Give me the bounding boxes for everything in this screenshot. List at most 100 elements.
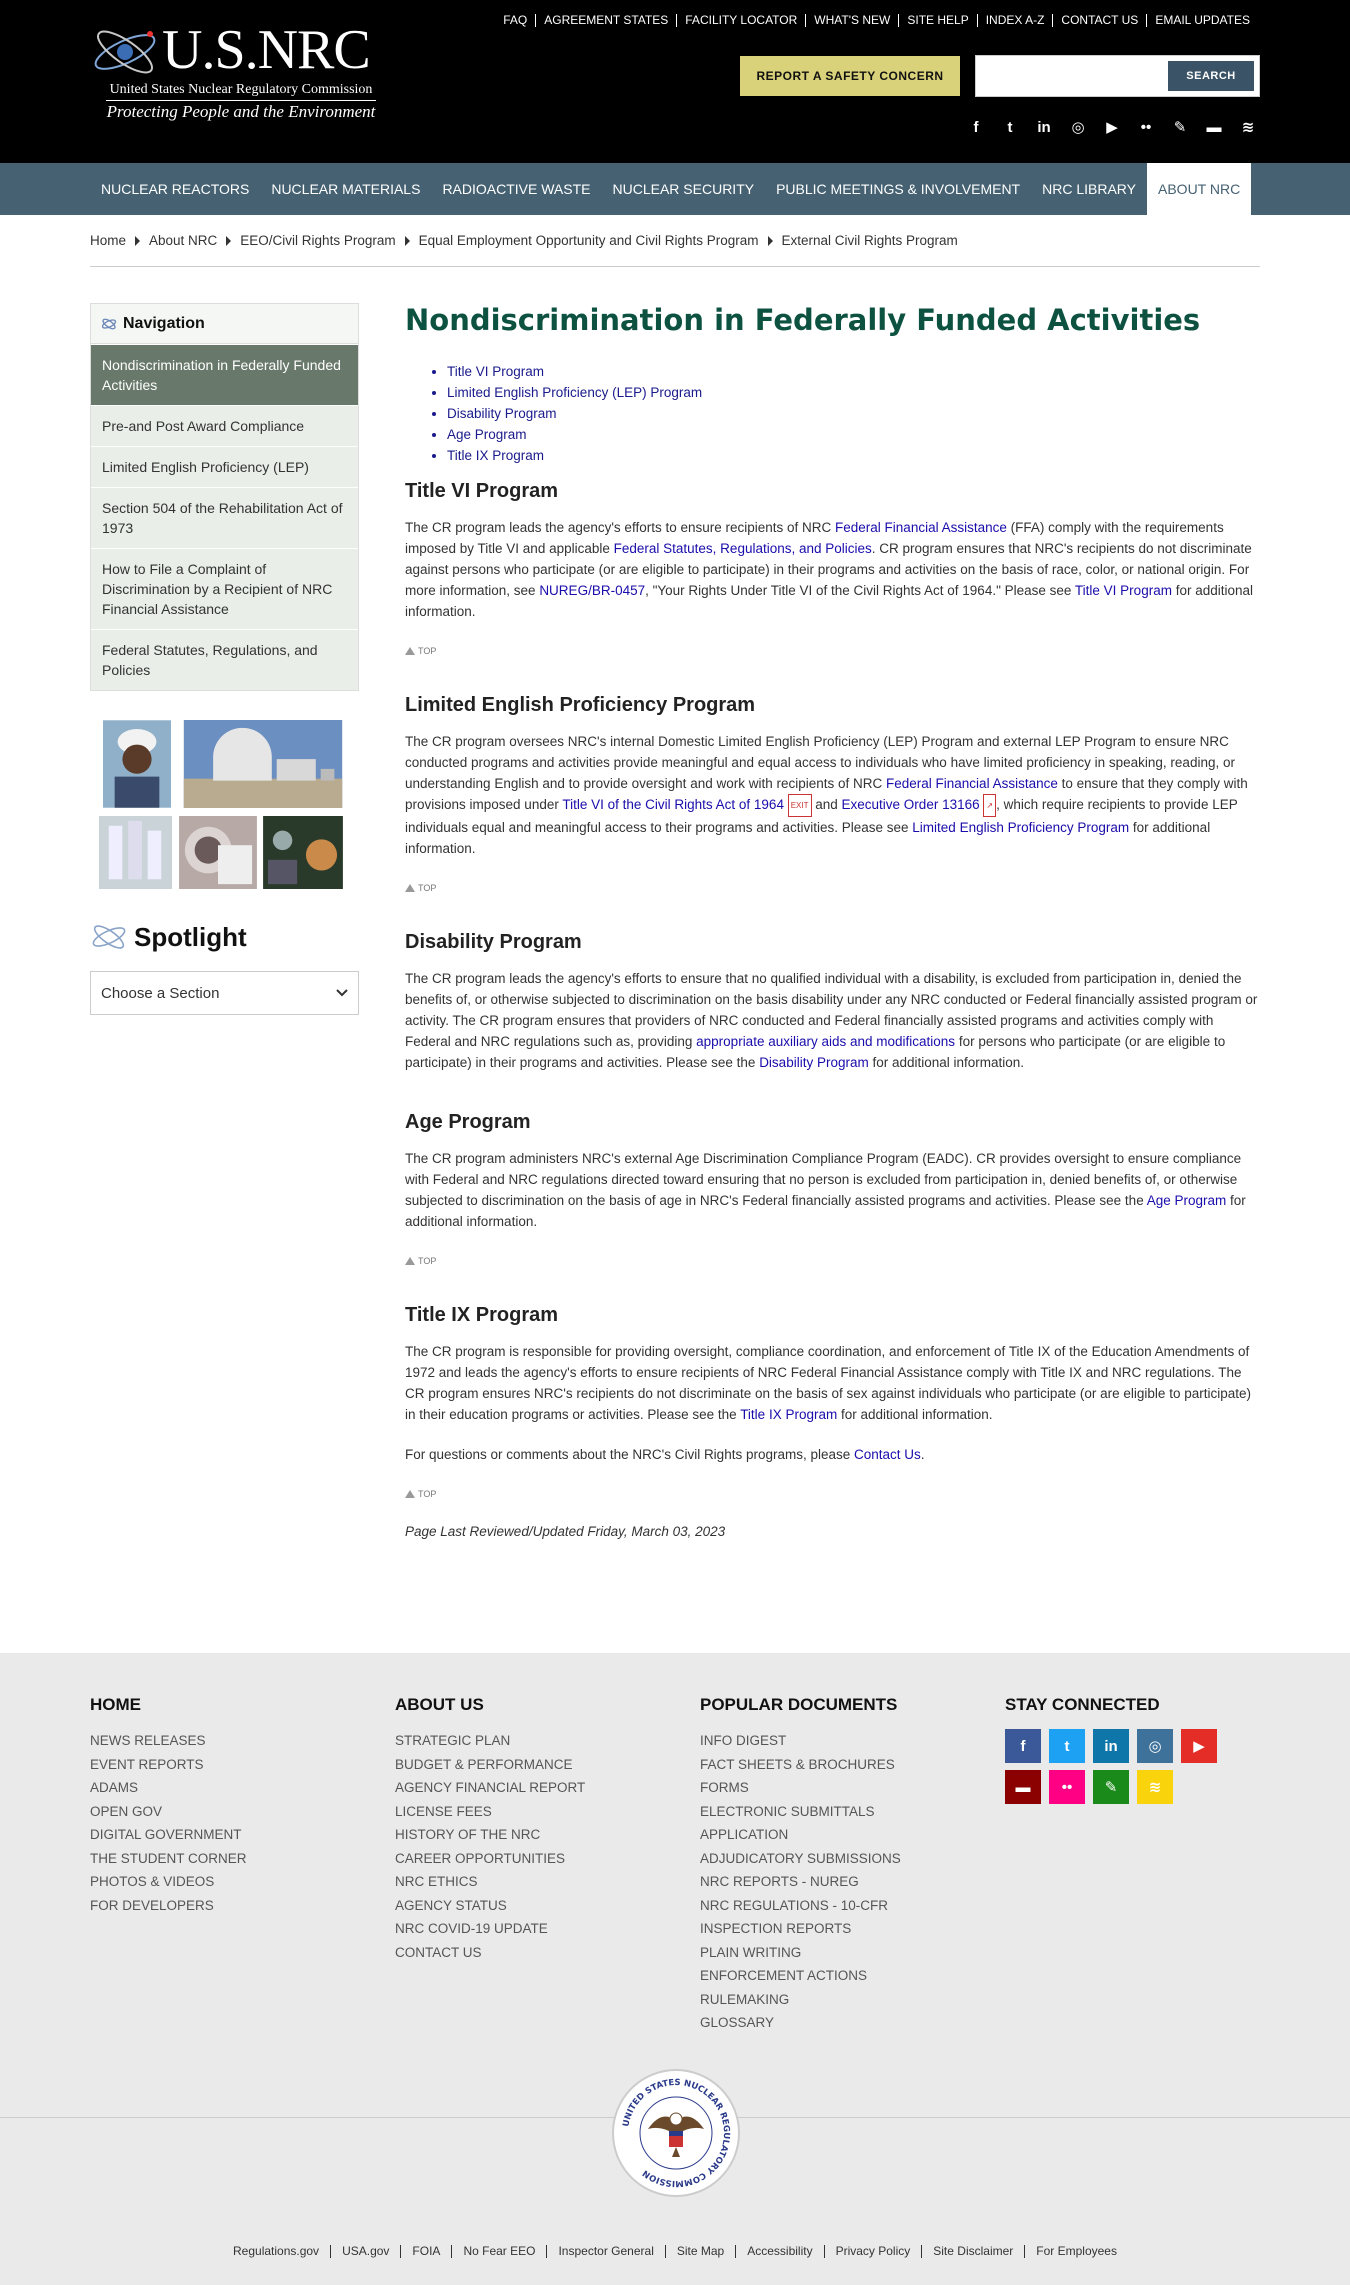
- legal-link-site-map[interactable]: Site Map: [664, 2245, 735, 2258]
- nav-about-nrc[interactable]: ABOUT NRC: [1147, 163, 1252, 215]
- footer-link[interactable]: STRATEGIC PLAN: [395, 1729, 585, 1753]
- facebook-icon[interactable]: f: [1005, 1729, 1041, 1763]
- utility-link-index[interactable]: INDEX A-Z: [976, 14, 1053, 27]
- legal-link-privacy[interactable]: Privacy Policy: [823, 2245, 922, 2258]
- footer-link[interactable]: FORMS: [700, 1776, 901, 1800]
- chat-icon[interactable]: ▬: [1204, 117, 1224, 137]
- age-program-link[interactable]: Age Program: [1147, 1193, 1227, 1208]
- federal-statutes-link[interactable]: Federal Statutes, Regulations, and Polic…: [614, 541, 872, 556]
- side-nav-file-complaint[interactable]: How to File a Complaint of Discriminatio…: [91, 548, 358, 629]
- footer-link[interactable]: APPLICATION: [700, 1823, 901, 1847]
- side-nav-federal-statutes[interactable]: Federal Statutes, Regulations, and Polic…: [91, 629, 358, 690]
- footer-link[interactable]: EVENT REPORTS: [90, 1753, 247, 1777]
- civil-rights-act-link[interactable]: Title VI of the Civil Rights Act of 1964: [562, 797, 784, 812]
- back-to-top-link[interactable]: TOP: [405, 646, 1260, 656]
- legal-link-disclaimer[interactable]: Site Disclaimer: [921, 2245, 1024, 2258]
- back-to-top-link[interactable]: TOP: [405, 1489, 1260, 1499]
- auxiliary-aids-link[interactable]: appropriate auxiliary aids and modificat…: [696, 1034, 955, 1049]
- footer-link[interactable]: DIGITAL GOVERNMENT: [90, 1823, 247, 1847]
- legal-link-usa[interactable]: USA.gov: [330, 2245, 400, 2258]
- rss-icon[interactable]: ≋: [1137, 1770, 1173, 1804]
- side-nav-nondiscrimination[interactable]: Nondiscrimination in Federally Funded Ac…: [91, 344, 358, 405]
- nrc-logo[interactable]: U.S.NRC United States Nuclear Regulatory…: [90, 20, 376, 125]
- instagram-icon[interactable]: ◎: [1068, 117, 1088, 137]
- breadcrumb-eeo[interactable]: EEO/Civil Rights Program: [240, 233, 395, 248]
- footer-home-heading[interactable]: HOME: [90, 1695, 247, 1715]
- flickr-icon[interactable]: ••: [1049, 1770, 1085, 1804]
- toc-link-lep[interactable]: Limited English Proficiency (LEP) Progra…: [447, 382, 1260, 403]
- disability-program-link[interactable]: Disability Program: [759, 1055, 869, 1070]
- nav-nuclear-security[interactable]: NUCLEAR SECURITY: [602, 163, 766, 215]
- footer-link[interactable]: PLAIN WRITING: [700, 1941, 901, 1965]
- utility-link-faq[interactable]: FAQ: [495, 14, 535, 27]
- footer-link[interactable]: THE STUDENT CORNER: [90, 1847, 247, 1871]
- footer-link[interactable]: FACT SHEETS & BROCHURES: [700, 1753, 901, 1777]
- footer-link[interactable]: NRC REGULATIONS - 10-CFR: [700, 1894, 901, 1918]
- footer-link[interactable]: PHOTOS & VIDEOS: [90, 1870, 247, 1894]
- youtube-icon[interactable]: ▶: [1181, 1729, 1217, 1763]
- blog-icon[interactable]: ✎: [1170, 117, 1190, 137]
- footer-link[interactable]: NRC COVID-19 UPDATE: [395, 1917, 585, 1941]
- lep-program-link[interactable]: Limited English Proficiency Program: [912, 820, 1129, 835]
- nav-nuclear-reactors[interactable]: NUCLEAR REACTORS: [90, 163, 260, 215]
- breadcrumb-home[interactable]: Home: [90, 233, 126, 248]
- footer-link[interactable]: BUDGET & PERFORMANCE: [395, 1753, 585, 1777]
- youtube-icon[interactable]: ▶: [1102, 117, 1122, 137]
- title-vi-program-link[interactable]: Title VI Program: [1075, 583, 1172, 598]
- footer-link[interactable]: CAREER OPPORTUNITIES: [395, 1847, 585, 1871]
- legal-link-employees[interactable]: For Employees: [1024, 2245, 1128, 2258]
- facebook-icon[interactable]: f: [966, 117, 986, 137]
- instagram-icon[interactable]: ◎: [1137, 1729, 1173, 1763]
- back-to-top-link[interactable]: TOP: [405, 883, 1260, 893]
- twitter-icon[interactable]: t: [1049, 1729, 1085, 1763]
- legal-link-foia[interactable]: FOIA: [400, 2245, 451, 2258]
- footer-link[interactable]: AGENCY STATUS: [395, 1894, 585, 1918]
- footer-link[interactable]: AGENCY FINANCIAL REPORT: [395, 1776, 585, 1800]
- ffa-link[interactable]: Federal Financial Assistance: [886, 776, 1058, 791]
- footer-link[interactable]: OPEN GOV: [90, 1800, 247, 1824]
- footer-link[interactable]: NRC ETHICS: [395, 1870, 585, 1894]
- footer-link[interactable]: NEWS RELEASES: [90, 1729, 247, 1753]
- legal-link-accessibility[interactable]: Accessibility: [735, 2245, 823, 2258]
- chat-icon[interactable]: ▬: [1005, 1770, 1041, 1804]
- footer-link[interactable]: LICENSE FEES: [395, 1800, 585, 1824]
- linkedin-icon[interactable]: in: [1093, 1729, 1129, 1763]
- report-safety-concern-button[interactable]: REPORT A SAFETY CONCERN: [740, 56, 960, 96]
- utility-link-site-help[interactable]: SITE HELP: [898, 14, 976, 27]
- legal-link-no-fear[interactable]: No Fear EEO: [451, 2245, 546, 2258]
- toc-link-age[interactable]: Age Program: [447, 424, 1260, 445]
- nav-public-meetings[interactable]: PUBLIC MEETINGS & INVOLVEMENT: [765, 163, 1031, 215]
- linkedin-icon[interactable]: in: [1034, 117, 1054, 137]
- utility-link-email-updates[interactable]: EMAIL UPDATES: [1146, 14, 1258, 27]
- footer-link[interactable]: HISTORY OF THE NRC: [395, 1823, 585, 1847]
- footer-link[interactable]: ENFORCEMENT ACTIONS: [700, 1964, 901, 1988]
- footer-link[interactable]: GLOSSARY: [700, 2011, 901, 2035]
- footer-link[interactable]: ELECTRONIC SUBMITTALS: [700, 1800, 901, 1824]
- nav-nrc-library[interactable]: NRC LIBRARY: [1031, 163, 1147, 215]
- side-nav-lep[interactable]: Limited English Proficiency (LEP): [91, 446, 358, 487]
- footer-link[interactable]: RULEMAKING: [700, 1988, 901, 2012]
- utility-link-facility-locator[interactable]: FACILITY LOCATOR: [676, 14, 805, 27]
- nav-nuclear-materials[interactable]: NUCLEAR MATERIALS: [260, 163, 431, 215]
- footer-link[interactable]: ADAMS: [90, 1776, 247, 1800]
- rss-icon[interactable]: ≋: [1238, 117, 1258, 137]
- twitter-icon[interactable]: t: [1000, 117, 1020, 137]
- footer-about-heading[interactable]: ABOUT US: [395, 1695, 585, 1715]
- footer-link[interactable]: INSPECTION REPORTS: [700, 1917, 901, 1941]
- search-button[interactable]: SEARCH: [1168, 61, 1254, 91]
- utility-link-agreement-states[interactable]: AGREEMENT STATES: [535, 14, 676, 27]
- back-to-top-link[interactable]: TOP: [405, 1256, 1260, 1266]
- ffa-link[interactable]: Federal Financial Assistance: [835, 520, 1007, 535]
- breadcrumb-about-nrc[interactable]: About NRC: [149, 233, 217, 248]
- footer-link[interactable]: INFO DIGEST: [700, 1729, 901, 1753]
- toc-link-title-vi[interactable]: Title VI Program: [447, 361, 1260, 382]
- footer-link[interactable]: FOR DEVELOPERS: [90, 1894, 247, 1918]
- footer-link[interactable]: NRC REPORTS - NUREG: [700, 1870, 901, 1894]
- utility-link-contact[interactable]: CONTACT US: [1052, 14, 1146, 27]
- title-ix-program-link[interactable]: Title IX Program: [740, 1407, 837, 1422]
- legal-link-inspector-general[interactable]: Inspector General: [546, 2245, 664, 2258]
- flickr-icon[interactable]: ••: [1136, 117, 1156, 137]
- spotlight-section-select[interactable]: Choose a Section: [90, 971, 359, 1015]
- side-nav-pre-post-award[interactable]: Pre-and Post Award Compliance: [91, 405, 358, 446]
- legal-link-regulations[interactable]: Regulations.gov: [222, 2245, 330, 2258]
